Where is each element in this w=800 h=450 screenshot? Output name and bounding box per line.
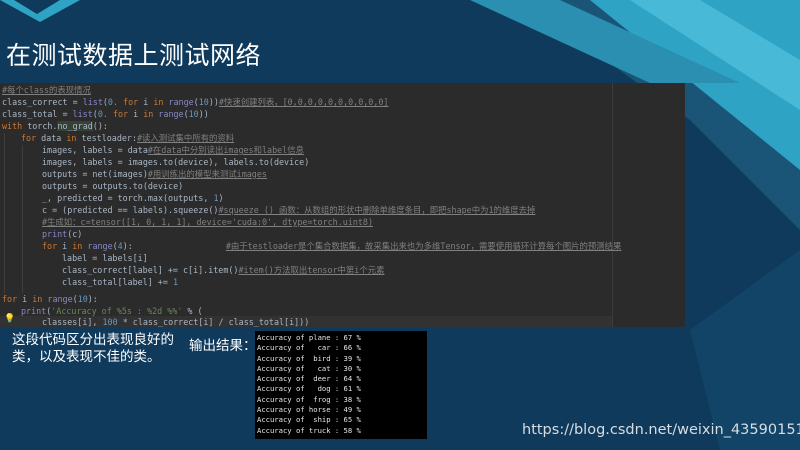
output-line: Accuracy of plane : 67 % (257, 333, 361, 342)
code-line-8: outputs = net(images)#用训练出的模型来测试images (42, 169, 267, 179)
code-line-14: for i in range(4): #由于testloader是个集合数据集，故… (42, 241, 622, 251)
output-line: Accuracy of ship : 65 % (257, 415, 361, 425)
code-line-15: label = labels[i] (62, 253, 148, 263)
code-line-2: class_correct = list(0. for i in range(1… (2, 97, 389, 107)
code-line-3: class_total = list(0. for i in range(10)… (2, 109, 209, 119)
console-output: Accuracy of plane : 67 % Accuracy of car… (255, 331, 427, 439)
code-line-1: #每个class的表现情况 (2, 85, 91, 95)
code-line-13: print(c) (42, 229, 83, 239)
output-line: Accuracy of dog : 61 % (257, 384, 361, 394)
code-line-11: c = (predicted == labels).squeeze()#sque… (42, 205, 536, 215)
output-line: Accuracy of cat : 30 % (257, 363, 361, 373)
code-line-9: outputs = outputs.to(device) (42, 181, 184, 191)
code-line-12: #生成如：c=tensor([1, 0, 1, 1], device='cuda… (42, 217, 373, 227)
output-line: Accuracy of horse : 49 % (257, 405, 361, 415)
code-line-4: with torch.no_grad(): (2, 121, 108, 131)
code-line-20: classes[i], 100 * class_correct[i] / cla… (42, 317, 310, 327)
output-line: Accuracy of truck : 58 % (257, 425, 361, 435)
code-line-17: class_total[label] += 1 (62, 277, 178, 287)
output-line: Accuracy of frog : 38 % (257, 394, 361, 404)
watermark-url: https://blog.csdn.net/weixin_43590151 (522, 422, 800, 438)
code-line-10: _, predicted = torch.max(outputs, 1) (42, 193, 224, 203)
code-line-5: for data in testloader:#读入测试集中所有的资料 (21, 133, 235, 143)
code-line-7: images, labels = images.to(device), labe… (42, 157, 310, 167)
output-line: Accuracy of car : 66 % (257, 343, 361, 353)
output-label: 输出结果： (189, 338, 257, 354)
output-line: Accuracy of deer : 64 % (257, 374, 361, 384)
code-editor-panel: #每个class的表现情况 class_correct = list(0. fo… (0, 83, 685, 327)
output-line: Accuracy of bird : 39 % (257, 353, 361, 363)
code-line-16: class_correct[label] += c[i].item()#item… (62, 265, 385, 275)
explanation-note: 这段代码区分出表现良好的类，以及表现不佳的类。 (12, 332, 174, 365)
slide-title: 在测试数据上测试网络 (6, 41, 262, 70)
code-line-6: images, labels = data#在data中分别读出images和l… (42, 145, 304, 155)
right-margin-guide (612, 83, 613, 327)
code-line-18: for i in range(10): (2, 294, 98, 304)
lightbulb-icon[interactable]: 💡 (4, 314, 15, 324)
